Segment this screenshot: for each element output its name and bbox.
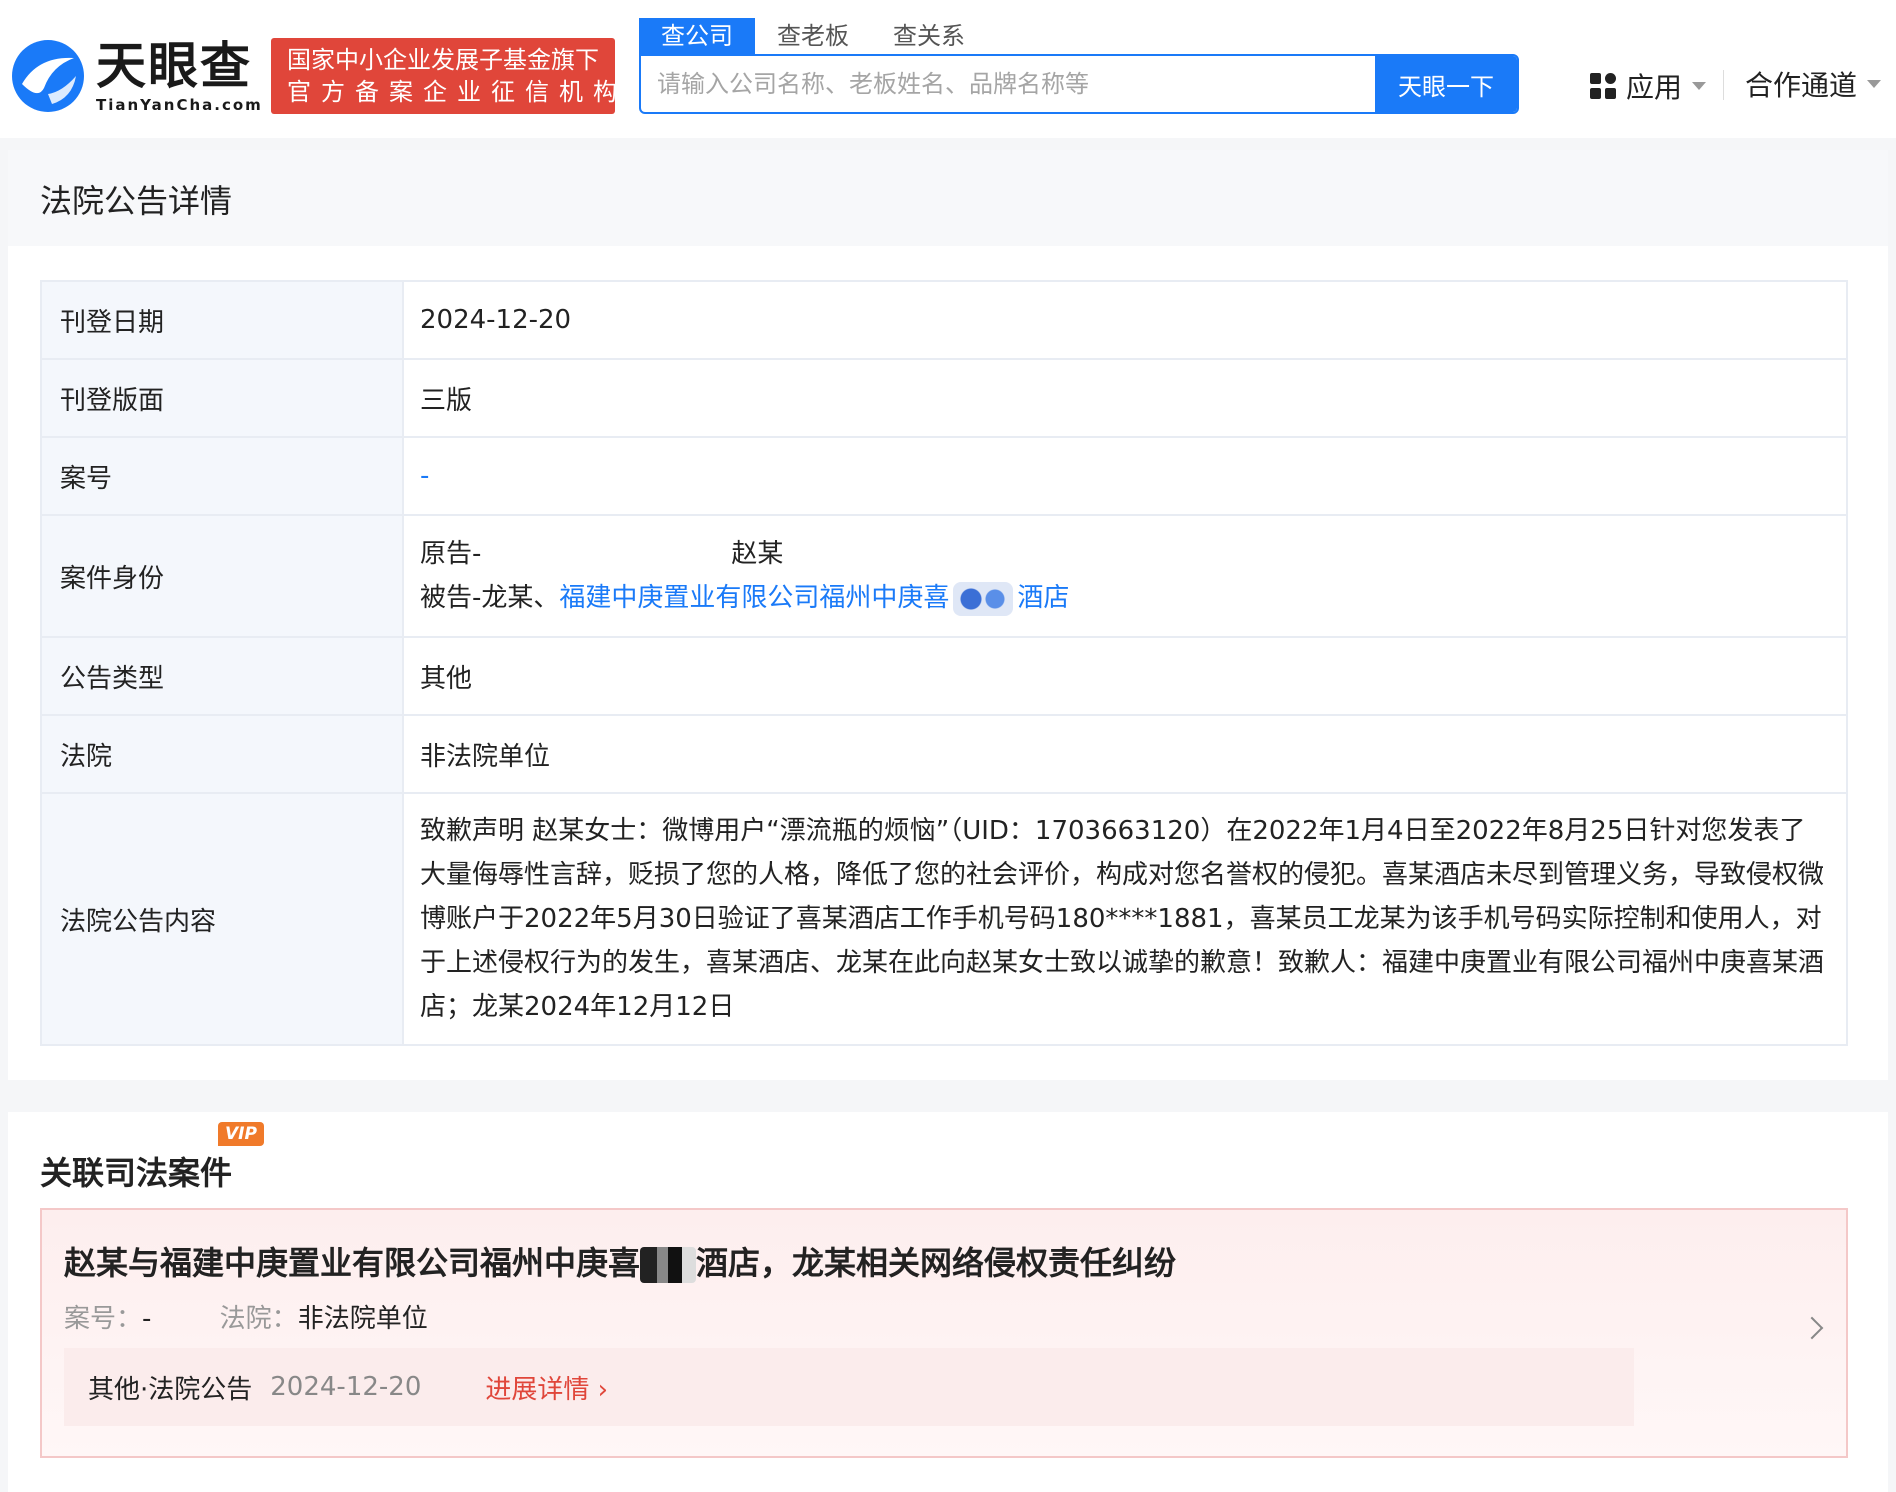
logo[interactable]: 天眼查 TianYanCha.com (8, 36, 263, 116)
badge-line-2: 官方备案企业征信机构 (287, 78, 627, 106)
table-row: 公告类型 其他 (40, 636, 1848, 716)
related-cases-card: VIP 关联司法案件 赵某与福建中庚置业有限公司福州中庚喜 酒店，龙某相关网络侵权… (8, 1112, 1888, 1492)
apps-grid-icon (1590, 73, 1616, 99)
publish-date-value: 2024-12-20 (402, 280, 1848, 360)
plaintiff-prefix: 原告- (420, 539, 482, 569)
tab-relation[interactable]: 查关系 (871, 18, 987, 54)
tab-boss[interactable]: 查老板 (755, 18, 871, 54)
defendant-link-text-b: 酒店 (1017, 583, 1070, 613)
tianyancha-logo-icon (8, 36, 88, 116)
badge-line-1: 国家中小企业发展子基金旗下 (287, 46, 599, 74)
tab-company[interactable]: 查公司 (639, 18, 755, 54)
search-box: 天眼一下 (639, 54, 1519, 114)
vip-badge: VIP (218, 1122, 264, 1146)
chevron-right-icon: › (597, 1374, 609, 1405)
notice-content: 致歉声明 赵某女士：微博用户“漂流瓶的烦恼”（UID：1703663120）在2… (420, 816, 1825, 1022)
card-title: 法院公告详情 (8, 150, 1888, 246)
table-row: 案件身份 原告- 赵某 被告-龙某、福建中庚置业有限公司福州中庚喜 酒店 (40, 514, 1848, 638)
case-meta: 案号：- 法院：非法院单位 (64, 1298, 488, 1335)
type-value: 其他 (402, 636, 1848, 716)
plaintiff-line: 原告- 赵某 (420, 532, 1830, 576)
page-label: 刊登版面 (40, 358, 404, 438)
type-label: 公告类型 (40, 636, 404, 716)
search-button[interactable]: 天眼一下 (1375, 56, 1517, 112)
court-value: 非法院单位 (402, 714, 1848, 794)
redacted-mask (953, 581, 1014, 616)
table-row: 刊登版面 三版 (40, 358, 1848, 438)
apps-menu[interactable]: 应用 (1590, 66, 1707, 106)
caret-down-icon (1867, 80, 1882, 88)
related-case-item[interactable]: 赵某与福建中庚置业有限公司福州中庚喜 酒店，龙某相关网络侵权责任纠纷 案号：- 法… (40, 1208, 1848, 1458)
defendant-prefix: 被告-龙某、 (420, 583, 560, 613)
publish-date-label: 刊登日期 (40, 280, 404, 360)
related-cases-title: 关联司法案件 (40, 1154, 233, 1192)
chevron-right-icon[interactable] (1800, 1316, 1824, 1340)
apps-label: 应用 (1626, 71, 1683, 104)
party-label: 案件身份 (40, 514, 404, 638)
case-title-b: 酒店，龙某相关网络侵权责任纠纷 (696, 1244, 1177, 1282)
court-label: 法院： (219, 1304, 298, 1334)
progress-detail-label: 进展详情 (485, 1374, 590, 1405)
progress-date: 2024-12-20 (270, 1372, 422, 1402)
top-header: 天眼查 TianYanCha.com 国家中小企业发展子基金旗下 官方备案企业征… (0, 0, 1896, 138)
logo-title: 天眼查 (96, 37, 252, 95)
caret-down-icon (1692, 82, 1707, 90)
page-value: 三版 (402, 358, 1848, 438)
logo-domain: TianYanCha.com (96, 96, 263, 114)
nav-divider (1723, 70, 1724, 100)
official-badge: 国家中小企业发展子基金旗下 官方备案企业征信机构 (271, 38, 627, 114)
search-tabs: 查公司 查老板 查关系 (639, 18, 987, 54)
case-no-value: - (142, 1304, 152, 1334)
court-label: 法院 (40, 714, 404, 794)
coop-menu[interactable]: 合作通道 (1745, 64, 1882, 104)
table-row: 案号 - (40, 436, 1848, 516)
coop-label: 合作通道 (1745, 69, 1858, 102)
progress-detail-link[interactable]: 进展详情 › (485, 1369, 608, 1406)
table-row: 刊登日期 2024-12-20 (40, 280, 1848, 360)
case-no-value: - (420, 461, 430, 491)
court-value: 非法院单位 (297, 1304, 428, 1334)
plaintiff-name: 赵某 (731, 539, 784, 569)
defendant-link-text-a: 福建中庚置业有限公司福州中庚喜 (559, 583, 950, 613)
table-row: 法院 非法院单位 (40, 714, 1848, 794)
content-label: 法院公告内容 (40, 792, 404, 1046)
progress-type: 其他·法院公告 (88, 1374, 253, 1405)
case-title: 赵某与福建中庚置业有限公司福州中庚喜 酒店，龙某相关网络侵权责任纠纷 (64, 1238, 1176, 1284)
case-title-a: 赵某与福建中庚置业有限公司福州中庚喜 (64, 1244, 641, 1282)
case-no-label: 案号： (64, 1304, 143, 1334)
case-progress-bar: 其他·法院公告 2024-12-20 进展详情 › (64, 1348, 1634, 1426)
search-input[interactable] (641, 56, 1375, 112)
case-no-label: 案号 (40, 436, 404, 516)
court-notice-detail-card: 法院公告详情 刊登日期 2024-12-20 刊登版面 三版 案号 - 案件身份… (8, 150, 1888, 1080)
redacted-mask (640, 1247, 697, 1283)
detail-table: 刊登日期 2024-12-20 刊登版面 三版 案号 - 案件身份 原告- 赵某 … (40, 280, 1848, 1046)
table-row: 法院公告内容 致歉声明 赵某女士：微博用户“漂流瓶的烦恼”（UID：170366… (40, 792, 1848, 1046)
defendant-line: 被告-龙某、福建中庚置业有限公司福州中庚喜 酒店 (420, 576, 1830, 620)
defendant-company-link[interactable]: 福建中庚置业有限公司福州中庚喜 酒店 (559, 581, 1070, 616)
